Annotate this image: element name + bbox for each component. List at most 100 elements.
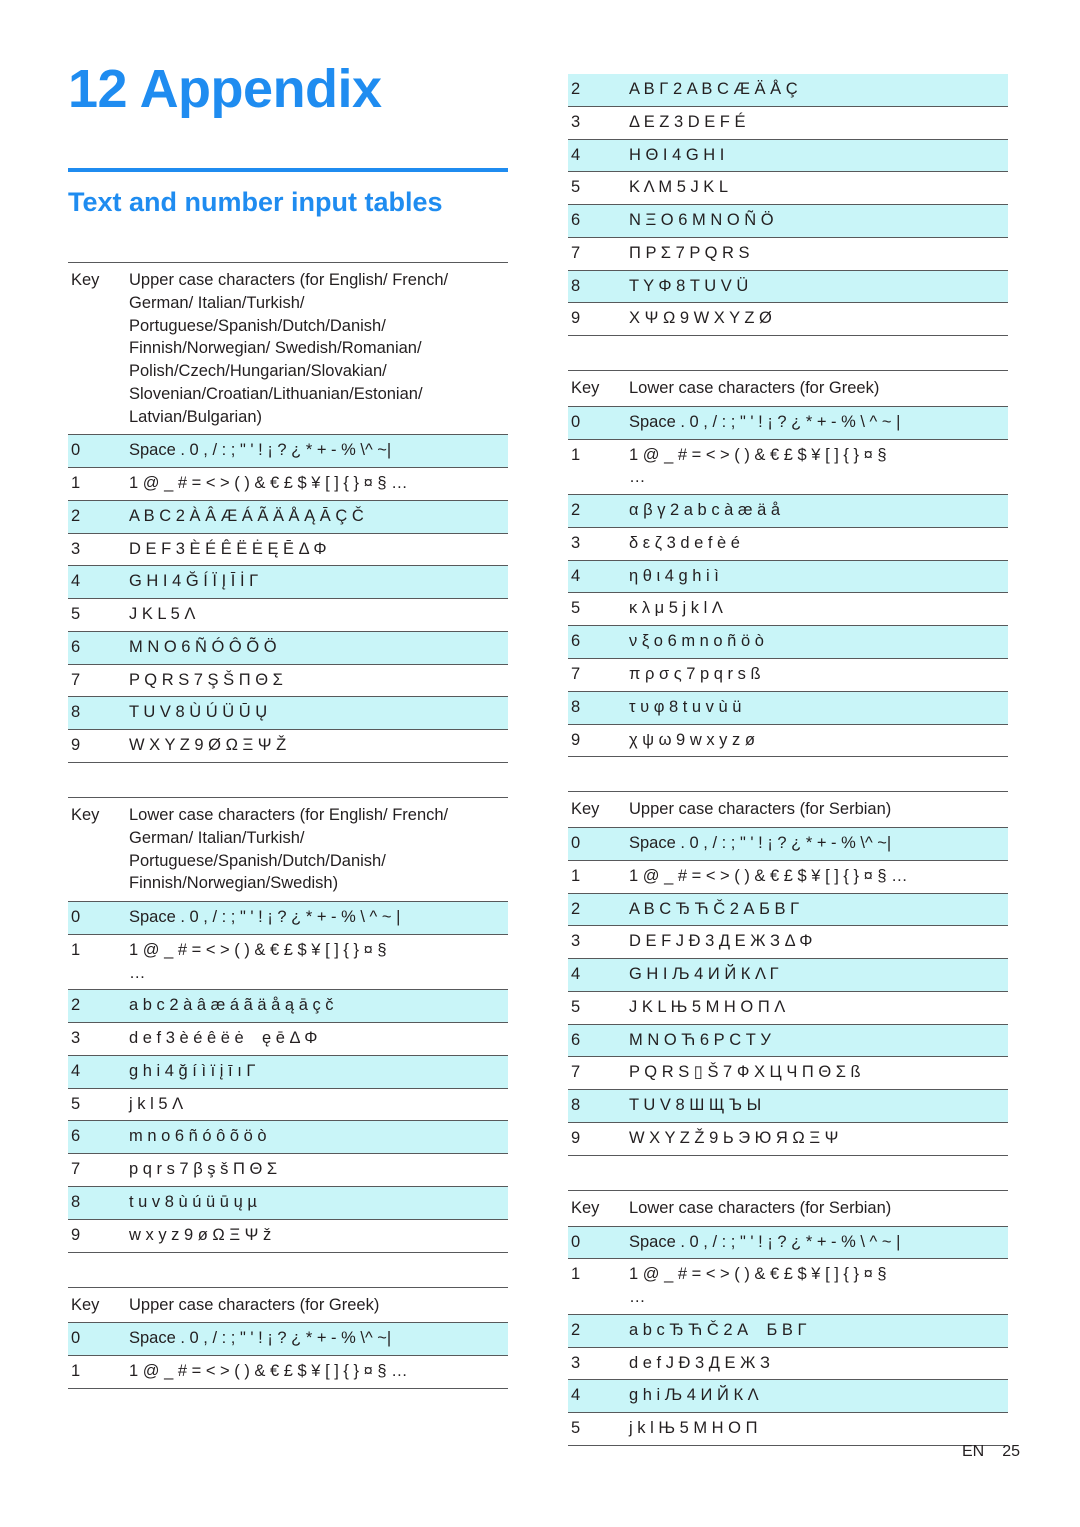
table-row: 3δ ε ζ 3 d e f è é — [568, 527, 1008, 561]
table-row: 7P Q R S 7 Ş Š Π Θ Σ — [68, 664, 508, 698]
row-key: 6 — [568, 204, 627, 238]
row-key: 1 — [568, 860, 627, 894]
row-key: 0 — [568, 827, 627, 861]
table-row: 11 @ _ # = < > ( ) & € £ $ ¥ [ ] { } ¤ §… — [568, 860, 1008, 894]
left-column: Key Upper case characters (for English/ F… — [68, 261, 508, 1389]
row-key: 5 — [68, 1088, 127, 1122]
row-key: 1 — [68, 467, 127, 501]
table-row: 6Ν Ξ Ο 6 M N O Ñ Ö — [568, 204, 1008, 238]
row-characters: Space . 0 , / : ; " ' ! ¡ ? ¿ * + - % \^… — [127, 434, 508, 469]
row-characters: T U V 8 Ù Ú Ü Ū Ų — [127, 696, 508, 731]
row-characters: P Q R S ▯ Š 7 Ф Х Ц Ч П Θ Σ ß — [627, 1056, 1008, 1091]
row-characters: G H I 4 Ğ Í Ï Į Ī İ Γ — [127, 565, 508, 600]
row-characters: A B C Ђ Ћ Č 2 А Б В Г — [627, 893, 1008, 927]
row-characters: Ν Ξ Ο 6 M N O Ñ Ö — [627, 204, 1008, 238]
row-key: 6 — [568, 625, 627, 660]
row-characters: a b c 2 à â æ á ã ä å ą ā ç č — [127, 989, 508, 1024]
table-header-row: Key Upper case characters (for Greek) — [68, 1286, 508, 1324]
page-title: 12 Appendix — [68, 59, 382, 119]
table-header-description: Lower case characters (for Serbian) — [627, 1189, 1008, 1227]
row-key: 6 — [568, 1024, 627, 1058]
row-characters: Space . 0 , / : ; " ' ! ¡ ? ¿ * + - % \ … — [627, 406, 1008, 440]
row-key: 4 — [68, 1055, 127, 1089]
table-row: 4g h i Љ 4 И Й К Λ — [568, 1379, 1008, 1414]
table-header-key: Key — [568, 370, 627, 407]
row-key: 2 — [568, 74, 627, 107]
table-row: 9Χ Ψ Ω 9 W X Y Z Ø — [568, 302, 1008, 337]
row-key: 0 — [68, 901, 127, 935]
row-key: 7 — [568, 658, 627, 692]
table-row: 0 Space . 0 , / : ; " ' ! ¡ ? ¿ * + - % \… — [568, 827, 1008, 861]
title-divider — [68, 168, 508, 172]
row-characters: τ υ φ 8 t u v ù ü — [627, 691, 1008, 725]
table-header-key: Key — [68, 1286, 127, 1324]
row-characters: D E F 3 È É Ê Ë Ė Ę Ē Δ Φ — [127, 533, 508, 567]
row-key: 0 — [68, 1322, 127, 1357]
row-key: 9 — [68, 729, 127, 764]
row-characters: W X Y Z Ž 9 Ь Э Ю Я Ω Ξ Ψ — [627, 1122, 1008, 1156]
right-column: 2Α Β Γ 2 A B C Æ Ä Å Ç3Δ Ε Ζ 3 D E F É4Η… — [568, 74, 1008, 1480]
row-key: 2 — [68, 500, 127, 534]
row-characters: a b c Ђ Ћ Č 2 А Б В Г — [627, 1314, 1008, 1348]
footer-page-number: 25 — [1002, 1443, 1020, 1460]
table-row: 3d e f J Đ 3 Д Е Ж З — [568, 1347, 1008, 1381]
row-key: 7 — [568, 1056, 627, 1091]
row-key: 4 — [568, 1379, 627, 1414]
row-characters: Space . 0 , / : ; " ' ! ¡ ? ¿ * + - % \^… — [127, 1322, 508, 1357]
row-key: 8 — [568, 1089, 627, 1123]
row-characters: κ λ μ 5 j k l Λ — [627, 592, 1008, 627]
table-header-row: Key Upper case characters (for English/ F… — [68, 261, 508, 436]
row-key: 1 — [68, 934, 127, 991]
table-header-description: Lower case characters (for Greek) — [627, 370, 1008, 407]
row-key: 7 — [68, 1153, 127, 1187]
row-key: 0 — [568, 1226, 627, 1260]
row-characters: g h i 4 ğ í ì ï į ī ı Γ — [127, 1055, 508, 1089]
row-characters: Κ Λ Μ 5 J K L — [627, 171, 1008, 206]
table-row: 7Π Ρ Σ 7 P Q R S — [568, 237, 1008, 271]
table-row: 6M N O 6 Ñ Ó Ô Õ Ö — [68, 631, 508, 665]
table-row: 9W X Y Z 9 Ø Ω Ξ Ψ Ž — [68, 729, 508, 764]
table-header-description: Lower case characters (for English/ Fren… — [127, 797, 508, 903]
table-row: 3d e f 3 è é ê ë ė ę ē Δ Φ — [68, 1022, 508, 1056]
row-characters: α β γ 2 a b c à æ ä å — [627, 494, 1008, 528]
table-row: 8T U V 8 Ш Щ Ъ Ы — [568, 1089, 1008, 1123]
table-row: 7p q r s 7 β ş š Π Θ Σ — [68, 1153, 508, 1187]
row-key: 1 — [568, 439, 627, 496]
page-footer: EN 25 — [944, 1425, 1020, 1479]
row-characters: Η Θ Ι 4 G H I — [627, 139, 1008, 173]
row-characters: χ ψ ω 9 w x y z ø — [627, 724, 1008, 758]
table-row: 3D E F 3 È É Ê Ë Ė Ę Ē Δ Φ — [68, 533, 508, 567]
table-row: 4g h i 4 ğ í ì ï į ī ı Γ — [68, 1055, 508, 1089]
row-key: 3 — [568, 1347, 627, 1381]
row-key: 9 — [68, 1219, 127, 1253]
table-header-description: Upper case characters (for English/ Fren… — [127, 261, 508, 436]
char-table-greek-upper: Key Upper case characters (for Greek) 0 Spa… — [68, 1286, 508, 1389]
table-row: 9W X Y Z Ž 9 Ь Э Ю Я Ω Ξ Ψ — [568, 1122, 1008, 1156]
row-characters: Space . 0 , / : ; " ' ! ¡ ? ¿ * + - % \ … — [627, 1226, 1008, 1260]
row-characters: η θ ι 4 g h i ì — [627, 560, 1008, 594]
row-key: 0 — [568, 406, 627, 440]
row-key: 4 — [568, 560, 627, 594]
row-key: 3 — [568, 106, 627, 140]
row-continuation: … — [629, 468, 647, 487]
section-title: Text and number input tables — [68, 187, 443, 217]
row-key: 2 — [68, 989, 127, 1024]
table-row: 2a b c 2 à â æ á ã ä å ą ā ç č — [68, 989, 508, 1024]
row-characters: j k l 5 Λ — [127, 1088, 508, 1122]
row-key: 8 — [568, 270, 627, 304]
table-row: 2a b c Ђ Ћ Č 2 А Б В Г — [568, 1314, 1008, 1348]
row-characters: 1 @ _ # = < > ( ) & € £ $ ¥ [ ] { } ¤ §… — [627, 439, 1008, 496]
table-header-key: Key — [68, 797, 127, 903]
row-key: 9 — [568, 1122, 627, 1156]
table-row: 6m n o 6 ñ ó ô õ ö ò — [68, 1120, 508, 1155]
table-row: 11 @ _ # = < > ( ) & € £ $ ¥ [ ] { } ¤ §… — [68, 934, 508, 991]
row-key: 5 — [68, 598, 127, 632]
row-characters: Space . 0 , / : ; " ' ! ¡ ? ¿ * + - % \^… — [627, 827, 1008, 861]
row-key: 1 — [68, 1355, 127, 1389]
row-characters: 1 @ _ # = < > ( ) & € £ $ ¥ [ ] { } ¤ § … — [627, 860, 1008, 894]
table-row: 5j k l 5 Λ — [68, 1088, 508, 1122]
char-table-serbian-lower: Key Lower case characters (for Serbian) 0 S… — [568, 1189, 1008, 1446]
table-row: 7P Q R S ▯ Š 7 Ф Х Ц Ч П Θ Σ ß — [568, 1056, 1008, 1091]
row-characters: J K L 5 Λ — [127, 598, 508, 632]
row-characters: π ρ σ ς 7 p q r s ß — [627, 658, 1008, 692]
